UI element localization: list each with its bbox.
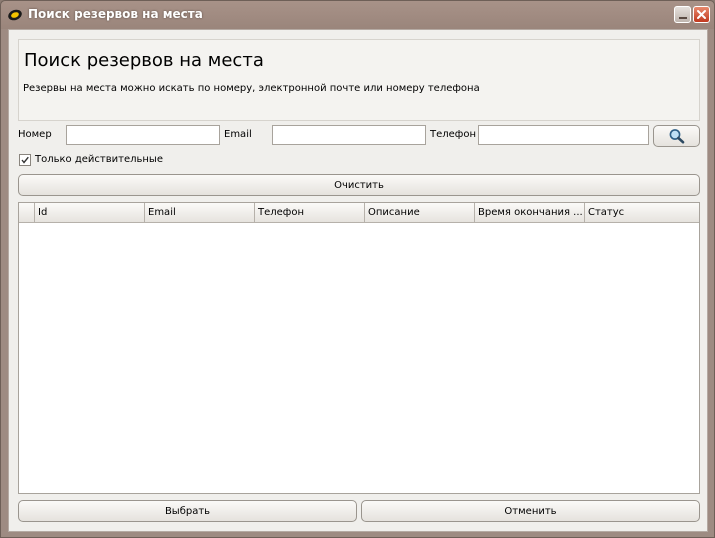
only-valid-label[interactable]: Только действительные — [35, 154, 163, 165]
close-icon — [697, 10, 706, 19]
number-input[interactable] — [66, 125, 220, 145]
column-header-id[interactable]: Id — [35, 203, 145, 222]
minimize-button[interactable] — [674, 6, 691, 23]
cancel-button[interactable]: Отменить — [361, 500, 700, 522]
column-header-email[interactable]: Email — [145, 203, 255, 222]
checkmark-icon — [21, 156, 29, 164]
app-logo-icon — [8, 9, 22, 21]
dialog-window: Поиск резервов на места Поиск резервов н… — [0, 0, 715, 538]
header-panel: Поиск резервов на места Резервы на места… — [18, 39, 700, 121]
title-bar[interactable]: Поиск резервов на места — [1, 1, 714, 29]
row-header-corner — [19, 203, 35, 222]
column-header-status[interactable]: Статус — [585, 203, 698, 222]
phone-input[interactable] — [478, 125, 649, 145]
search-icon — [669, 129, 684, 144]
dialog-content: Поиск резервов на места Резервы на места… — [8, 29, 708, 532]
results-table[interactable]: Id Email Телефон Описание Время окончани… — [18, 202, 700, 494]
email-label: Email — [224, 129, 252, 140]
column-header-description[interactable]: Описание — [365, 203, 475, 222]
table-header: Id Email Телефон Описание Время окончани… — [19, 203, 699, 223]
search-button[interactable] — [653, 125, 700, 147]
page-title: Поиск резервов на места — [24, 50, 264, 71]
window-title: Поиск резервов на места — [28, 7, 203, 21]
page-subtitle: Резервы на места можно искать по номеру,… — [23, 83, 480, 94]
column-header-end-time[interactable]: Время окончания ... — [475, 203, 585, 222]
email-input[interactable] — [272, 125, 426, 145]
select-button[interactable]: Выбрать — [18, 500, 357, 522]
phone-label: Телефон — [430, 129, 477, 140]
column-header-phone[interactable]: Телефон — [255, 203, 365, 222]
only-valid-checkbox[interactable] — [19, 154, 31, 166]
clear-button[interactable]: Очистить — [18, 174, 700, 196]
close-button[interactable] — [693, 6, 710, 23]
number-label: Номер — [18, 129, 52, 140]
